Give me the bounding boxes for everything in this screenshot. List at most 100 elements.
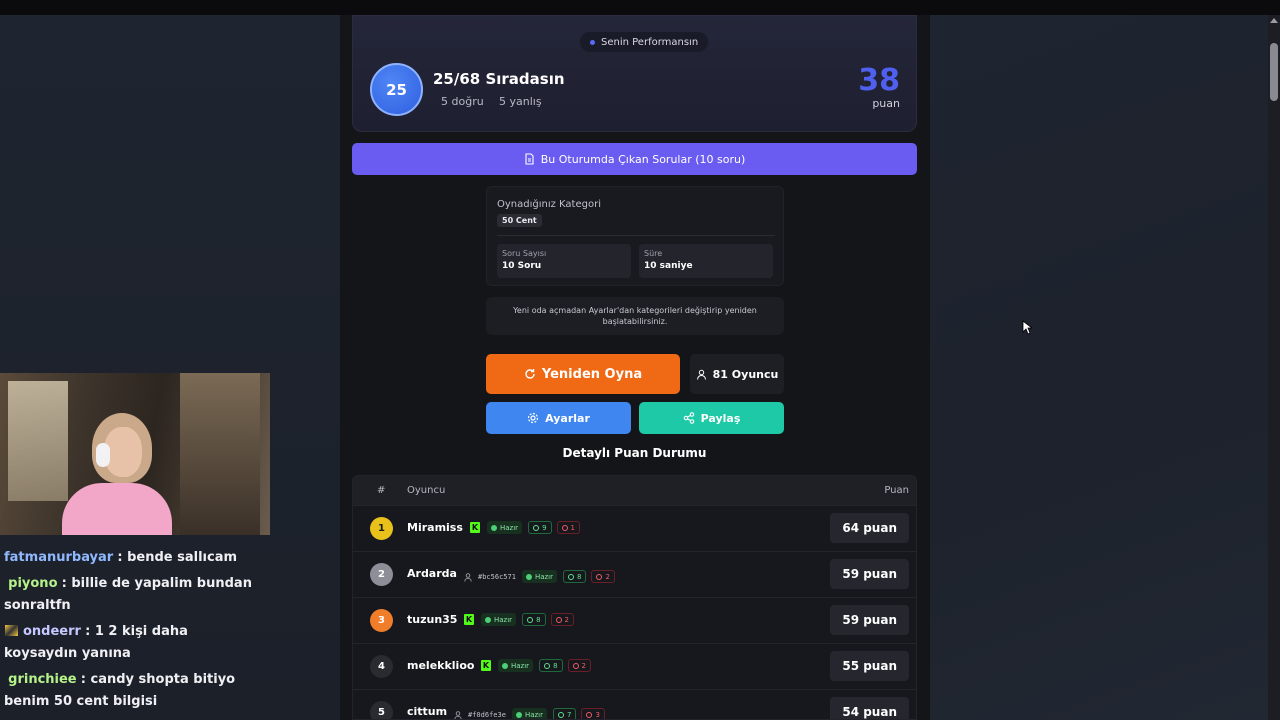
category-tag: 50 Cent [497, 214, 542, 227]
check-icon [502, 662, 508, 669]
top-bar [0, 0, 1280, 15]
check-icon [515, 711, 522, 718]
player-chips: #f0d6fe3e Hazır 7 3 [454, 705, 605, 719]
table-row: 3 tuzun35 K Hazır 8 2 59 puan [353, 597, 916, 643]
table-row: 5 cittum #f0d6fe3e Hazır 7 3 54 puan [353, 689, 916, 719]
correct-chip: 8 [563, 570, 587, 583]
check-circle-icon [544, 662, 551, 669]
session-questions-label: Bu Oturumda Çıkan Sorular (10 soru) [540, 152, 746, 166]
check-icon [491, 524, 497, 531]
refresh-icon [525, 369, 535, 379]
chat-username: piyono [8, 576, 58, 591]
chat-username: grinchiee [8, 672, 77, 687]
background-right [930, 15, 1280, 720]
user-icon [696, 369, 706, 380]
headset-icon [96, 443, 110, 467]
kick-icon: K [481, 660, 491, 671]
player-name: tuzun35 [407, 613, 458, 626]
chat-message: fatmanurbayar : bende sallıcam [4, 547, 254, 569]
player-score: 59 puan [830, 605, 909, 635]
duration-value: 10 saniye [644, 261, 693, 271]
player-name: cittum [407, 705, 448, 718]
check-icon [485, 616, 491, 623]
check-icon [525, 573, 532, 580]
page-scrollbar[interactable] [1268, 15, 1280, 720]
player-chips: K Hazır 8 2 [464, 613, 574, 626]
ready-badge: Hazır [521, 570, 557, 583]
chat-message: piyono : billie de yapalim bundan sonral… [4, 573, 254, 617]
table-row: 2 Ardarda #bc56c571 Hazır 8 2 59 puan [353, 551, 916, 597]
ready-label: Hazır [534, 572, 553, 581]
replay-button[interactable]: Yeniden Oyna [486, 354, 680, 394]
player-chips: #bc56c571 Hazır 8 2 [464, 567, 615, 586]
wrong-chip: 2 [550, 613, 574, 626]
correct-count: 5 doğru [441, 95, 484, 108]
share-button[interactable]: Paylaş [639, 402, 784, 434]
player-name: Miramiss [407, 521, 463, 534]
player-name: melekklioo [407, 659, 475, 672]
x-circle-icon [561, 524, 568, 531]
replay-label: Yeniden Oyna [541, 366, 643, 382]
ready-label: Hazır [511, 661, 530, 670]
wrong-value: 2 [605, 572, 610, 581]
share-icon [683, 412, 694, 424]
player-score: 54 puan [830, 697, 909, 719]
check-circle-icon [533, 524, 540, 531]
category-label: Oynadığınız Kategori [497, 199, 601, 210]
rank-badge: 2 [370, 563, 393, 586]
players-label: 81 Oyuncu [712, 367, 779, 381]
dot-icon [590, 39, 595, 45]
correct-chip: 8 [522, 613, 546, 626]
chat-badge-icon [5, 625, 18, 636]
x-circle-icon [555, 616, 562, 623]
check-circle-icon [527, 616, 534, 623]
x-circle-icon [572, 662, 579, 669]
wrong-chip: 1 [556, 521, 580, 534]
leaderboard-table: # Oyuncu Puan 1 Miramiss K Hazır 9 1 64 puan 2 A… [352, 475, 917, 720]
duration-stat: Süre 10 saniye [639, 244, 773, 278]
rank-badge: 5 [370, 701, 393, 719]
chat-overlay: fatmanurbayar : bende sallıcam piyono : … [4, 547, 254, 717]
player-score: 55 puan [830, 651, 909, 681]
webcam-overlay [0, 373, 270, 535]
ready-label: Hazır [500, 523, 519, 532]
performance-pill-label: Senin Performansın [601, 36, 699, 48]
settings-label: Ayarlar [545, 411, 590, 425]
detail-title: Detaylı Puan Durumu [562, 446, 707, 460]
players-button[interactable]: 81 Oyuncu [690, 354, 784, 394]
wrong-chip: 2 [591, 570, 615, 583]
x-circle-icon [586, 711, 593, 718]
score-unit: puan [872, 97, 900, 110]
player-score: 64 puan [830, 513, 909, 543]
table-row: 1 Miramiss K Hazır 9 1 64 puan [353, 505, 916, 551]
wrong-count: 5 yanlış [499, 95, 542, 108]
correct-chip: 8 [539, 659, 563, 672]
player-id: #f0d6fe3e [468, 710, 506, 719]
chat-username: ondeerr [23, 624, 81, 639]
player-name: Ardarda [407, 567, 457, 580]
wrong-chip: 2 [567, 659, 591, 672]
header-rank: # [377, 485, 386, 496]
settings-button[interactable]: Ayarlar [486, 402, 631, 434]
x-circle-icon [596, 573, 603, 580]
scroll-up-arrow-icon[interactable] [1270, 18, 1278, 23]
wrong-chip: 3 [581, 708, 605, 719]
correct-value: 8 [536, 615, 541, 624]
player-id: #bc56c571 [478, 572, 516, 581]
table-row: 4 melekklioo K Hazır 8 2 55 puan [353, 643, 916, 689]
ready-label: Hazır [524, 710, 543, 719]
performance-card: Senin Performansın 25 25/68 Sıradasın 5 … [352, 15, 917, 132]
chat-message: grinchiee : candy shopta bitiyo benim 50… [4, 669, 254, 713]
correct-value: 8 [553, 661, 558, 670]
ready-badge: Hazır [481, 613, 517, 626]
header-player: Oyuncu [407, 485, 446, 496]
scroll-thumb[interactable] [1270, 43, 1278, 101]
header-score: Puan [884, 485, 909, 496]
duration-label: Süre [644, 249, 663, 258]
player-score: 59 puan [830, 559, 909, 589]
correct-value: 8 [577, 572, 582, 581]
rank-badge: 3 [370, 609, 393, 632]
session-questions-button[interactable]: Bu Oturumda Çıkan Sorular (10 soru) [352, 143, 917, 175]
ready-badge: Hazır [487, 521, 523, 534]
guest-user-icon [464, 567, 472, 586]
